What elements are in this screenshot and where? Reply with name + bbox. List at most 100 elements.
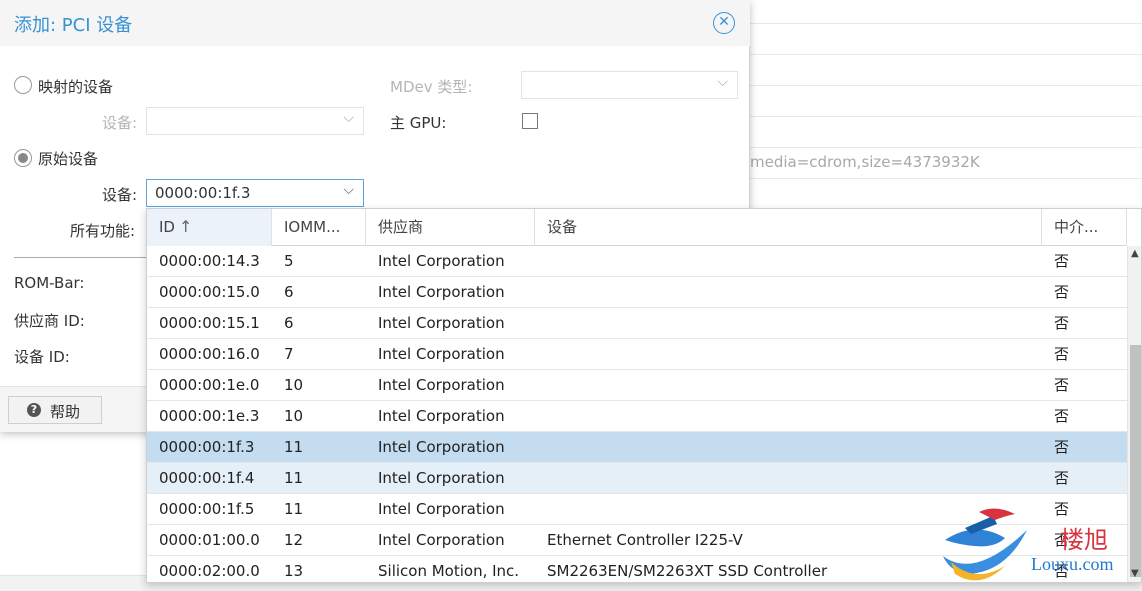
table-row[interactable]: 0000:00:16.0 7 Intel Corporation 否	[147, 339, 1127, 370]
cell-iommu: 13	[284, 562, 304, 580]
column-header-vendor[interactable]: 供应商	[366, 209, 535, 246]
cell-mediated: 否	[1054, 531, 1070, 549]
cell-id: 0000:00:15.0	[159, 283, 260, 301]
column-header-iommu[interactable]: IOMM...	[272, 209, 366, 246]
cell-vendor: Intel Corporation	[378, 314, 505, 332]
cell-vendor: Intel Corporation	[378, 252, 505, 270]
mapped-device-select[interactable]: ⌵	[146, 107, 364, 135]
cell-device	[535, 432, 1042, 462]
cell-device	[535, 463, 1042, 493]
cell-vendor: Intel Corporation	[378, 407, 505, 425]
cell-mediated: 否	[1054, 283, 1070, 301]
bg-row-divider	[750, 147, 1142, 148]
table-row[interactable]: 0000:00:1f.5 11 Intel Corporation 否	[147, 494, 1127, 525]
table-row[interactable]: 0000:00:1e.3 10 Intel Corporation 否	[147, 401, 1127, 432]
close-icon[interactable]: ✕	[713, 12, 735, 34]
cell-vendor: Intel Corporation	[378, 469, 505, 487]
cell-iommu: 12	[284, 531, 304, 549]
grid-header: ID ↑ IOMM... 供应商 设备 中介...	[147, 209, 1127, 246]
cell-id: 0000:00:1e.0	[159, 376, 260, 394]
cell-id: 0000:02:00.0	[159, 562, 260, 580]
table-row[interactable]: 0000:00:14.3 5 Intel Corporation 否	[147, 246, 1127, 277]
help-button-label: 帮助	[50, 403, 81, 421]
cell-vendor: Intel Corporation	[378, 376, 505, 394]
section-divider	[14, 257, 150, 258]
question-circle-icon: ?	[27, 403, 41, 417]
cell-vendor: Intel Corporation	[378, 500, 505, 518]
cell-vendor: Silicon Motion, Inc.	[378, 562, 520, 580]
primary-gpu-checkbox[interactable]	[522, 113, 538, 129]
cell-mediated: 否	[1054, 376, 1070, 394]
cell-iommu: 10	[284, 407, 304, 425]
cell-mediated: 否	[1054, 314, 1070, 332]
cell-iommu: 11	[284, 500, 304, 518]
cell-vendor: Intel Corporation	[378, 283, 505, 301]
bg-row-divider	[750, 85, 1142, 86]
cell-vendor: Intel Corporation	[378, 438, 505, 456]
mapped-device-field-label: 设备:	[102, 114, 138, 132]
bg-row-divider	[750, 178, 1142, 179]
cell-iommu: 6	[284, 283, 294, 301]
all-functions-label: 所有功能:	[70, 222, 136, 240]
cell-vendor: Intel Corporation	[378, 531, 505, 549]
arrow-up-icon: ↑	[178, 217, 193, 236]
mdev-type-label: MDev 类型:	[390, 78, 473, 96]
raw-device-field-label: 设备:	[102, 186, 138, 204]
table-row[interactable]: 0000:00:1f.3 11 Intel Corporation 否	[147, 432, 1127, 463]
cell-mediated: 否	[1054, 500, 1070, 518]
cell-iommu: 10	[284, 376, 304, 394]
cell-id: 0000:00:1f.4	[159, 469, 255, 487]
cell-device	[535, 401, 1042, 431]
grid-scrollbar[interactable]: ▲ ▼	[1127, 246, 1141, 582]
cell-device	[535, 339, 1042, 369]
cell-device: SM2263EN/SM2263XT SSD Controller	[547, 562, 828, 580]
table-row[interactable]: 0000:02:00.0 13 Silicon Motion, Inc. SM2263…	[147, 556, 1127, 582]
cell-mediated: 否	[1054, 469, 1070, 487]
chevron-down-icon: ⌵	[343, 110, 354, 126]
cell-vendor: Intel Corporation	[378, 345, 505, 363]
cell-iommu: 5	[284, 252, 294, 270]
table-row[interactable]: 0000:00:15.0 6 Intel Corporation 否	[147, 277, 1127, 308]
cell-id: 0000:00:1e.3	[159, 407, 260, 425]
mdev-type-select[interactable]: ⌵	[521, 71, 738, 99]
device-id-label: 设备 ID:	[14, 348, 70, 366]
mapped-device-radio[interactable]	[14, 76, 32, 94]
scroll-up-icon[interactable]: ▲	[1131, 248, 1139, 259]
cell-device	[535, 277, 1042, 307]
cell-id: 0000:00:1f.5	[159, 500, 255, 518]
dialog-title: 添加: PCI 设备	[14, 15, 133, 36]
cell-mediated: 否	[1054, 562, 1070, 580]
cell-device	[535, 308, 1042, 338]
bg-row-divider	[750, 116, 1142, 117]
help-button[interactable]: ? 帮助	[8, 396, 102, 424]
column-header-id[interactable]: ID ↑	[147, 209, 272, 246]
raw-device-radio[interactable]	[14, 149, 32, 167]
scroll-down-icon[interactable]: ▼	[1131, 568, 1139, 579]
scroll-thumb[interactable]	[1130, 345, 1141, 577]
cell-iommu: 7	[284, 345, 294, 363]
cell-id: 0000:00:14.3	[159, 252, 260, 270]
raw-device-label: 原始设备	[38, 150, 99, 168]
cell-iommu: 6	[284, 314, 294, 332]
table-row[interactable]: 0000:00:15.1 6 Intel Corporation 否	[147, 308, 1127, 339]
rombar-label: ROM-Bar:	[14, 274, 85, 292]
cell-id: 0000:01:00.0	[159, 531, 260, 549]
bg-row-divider	[750, 23, 1142, 24]
cell-device	[535, 370, 1042, 400]
table-row[interactable]: 0000:00:1f.4 11 Intel Corporation 否	[147, 463, 1127, 494]
column-header-mediated[interactable]: 中介...	[1042, 209, 1127, 246]
cell-device	[535, 494, 1042, 524]
raw-device-select[interactable]: 0000:00:1f.3 ⌵	[146, 179, 364, 207]
cell-mediated: 否	[1054, 345, 1070, 363]
cell-mediated: 否	[1054, 438, 1070, 456]
cell-id: 0000:00:1f.3	[159, 438, 255, 456]
table-row[interactable]: 0000:00:1e.0 10 Intel Corporation 否	[147, 370, 1127, 401]
bg-row-divider	[750, 54, 1142, 55]
chevron-down-icon: ⌵	[717, 74, 728, 90]
column-header-device[interactable]: 设备	[535, 209, 1042, 246]
primary-gpu-label: 主 GPU:	[390, 114, 447, 132]
table-row[interactable]: 0000:01:00.0 12 Intel Corporation Ethernet …	[147, 525, 1127, 556]
cell-device: Ethernet Controller I225-V	[547, 531, 743, 549]
cell-device	[535, 246, 1042, 276]
dialog-header: 添加: PCI 设备 ✕	[0, 0, 750, 46]
